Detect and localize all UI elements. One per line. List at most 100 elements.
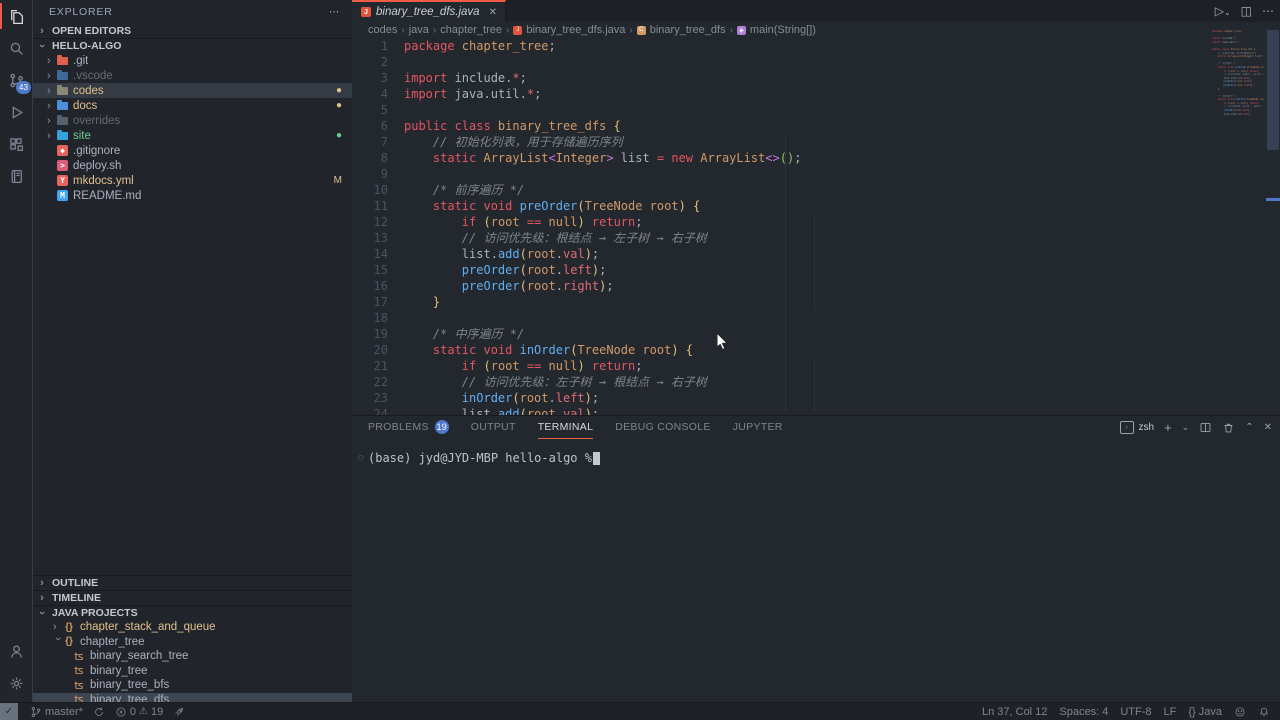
kill-terminal-icon[interactable] (1222, 421, 1235, 434)
breadcrumb-separator: › (506, 25, 509, 36)
java-project-item-chapter_tree[interactable]: ›{}chapter_tree (33, 635, 352, 650)
java-rocket-status[interactable] (173, 706, 185, 718)
sync-button[interactable] (93, 706, 105, 718)
maximize-panel-icon[interactable]: ⌃ (1245, 422, 1253, 433)
code-line-3[interactable]: 3import include.*; (352, 70, 1280, 86)
code-line-15[interactable]: 15 preOrder(root.left); (352, 262, 1280, 278)
eol-selector[interactable]: LF (1164, 706, 1177, 718)
split-terminal-icon[interactable] (1199, 421, 1212, 434)
java-project-item-binary_tree_bfs[interactable]: ʦbinary_tree_bfs (33, 678, 352, 693)
open-editors-section[interactable]: › OPEN EDITORS (33, 24, 352, 38)
file-tree-item-README.md[interactable]: MREADME.md (33, 188, 352, 203)
file-tree-item-site[interactable]: ›site● (33, 128, 352, 143)
code-line-2[interactable]: 2 (352, 54, 1280, 70)
java-project-item-binary_search_tree[interactable]: ʦbinary_search_tree (33, 649, 352, 664)
close-panel-icon[interactable]: ✕ (1264, 422, 1272, 433)
breadcrumb-item[interactable]: Jbinary_tree_dfs.java (513, 24, 625, 36)
close-tab-icon[interactable]: ✕ (489, 7, 497, 18)
file-tree-item-.gitignore[interactable]: ◆.gitignore (33, 143, 352, 158)
account-activity-button[interactable] (0, 635, 32, 667)
file-tree-item-docs[interactable]: ›docs● (33, 98, 352, 113)
code-line-13[interactable]: 13 // 访问优先级：根结点 → 左子树 → 右子树 (352, 230, 1280, 246)
code-line-11[interactable]: 11 static void preOrder(TreeNode root) { (352, 198, 1280, 214)
file-tree-item-mkdocs.yml[interactable]: Ymkdocs.ymlM (33, 173, 352, 188)
source-control-activity-button[interactable]: 43 (0, 64, 32, 96)
code-line-20[interactable]: 20 static void inOrder(TreeNode root) { (352, 342, 1280, 358)
code-line-5[interactable]: 5 (352, 102, 1280, 118)
scrollbar-slider[interactable] (1267, 30, 1279, 150)
code-line-10[interactable]: 10 /* 前序遍历 */ (352, 182, 1280, 198)
code-line-16[interactable]: 16 preOrder(root.right); (352, 278, 1280, 294)
java-class-icon: ʦ (73, 664, 85, 677)
tab-bar: J binary_tree_dfs.java ✕ (352, 0, 1280, 22)
code-editor[interactable]: 1package chapter_tree;23import include.*… (352, 38, 1280, 415)
code-line-19[interactable]: 19 /* 中序遍历 */ (352, 326, 1280, 342)
search-activity-button[interactable] (0, 32, 32, 64)
terminal[interactable]: ○ (base) jyd@JYD-MBP hello-algo % (358, 451, 600, 465)
shell-label[interactable]: zsh (1139, 422, 1155, 433)
encoding[interactable]: UTF-8 (1120, 706, 1151, 718)
breadcrumb-item[interactable]: java (409, 24, 429, 36)
java-project-item-binary_tree[interactable]: ʦbinary_tree (33, 664, 352, 679)
problems-status[interactable]: 0 ⚠ 19 (115, 706, 163, 718)
breadcrumb-item[interactable]: chapter_tree (440, 24, 502, 36)
folder-icon (57, 72, 68, 80)
outline-section[interactable]: › OUTLINE (33, 575, 352, 590)
more-actions-icon[interactable]: ⋯ (1262, 4, 1274, 18)
code-line-22[interactable]: 22 // 访问优先级：左子树 → 根结点 → 右子树 (352, 374, 1280, 390)
file-tree-item-.vscode[interactable]: ›.vscode (33, 68, 352, 83)
code-line-6[interactable]: 6public class binary_tree_dfs { (352, 118, 1280, 134)
code-line-9[interactable]: 9 (352, 166, 1280, 182)
breadcrumb-item[interactable]: Cbinary_tree_dfs (637, 24, 726, 36)
code-line-7[interactable]: 7 // 初始化列表，用于存储遍历序列 (352, 134, 1280, 150)
panel-tab-output[interactable]: OUTPUT (471, 416, 516, 438)
language-mode[interactable]: {} Java (1188, 706, 1222, 718)
panel-tab-terminal[interactable]: TERMINAL (538, 416, 594, 439)
new-terminal-icon[interactable]: + (1164, 420, 1172, 435)
chevron-down-icon: › (52, 637, 64, 647)
cursor-position[interactable]: Ln 37, Col 12 (982, 706, 1047, 718)
breadcrumb-item[interactable]: ◈main(String[]) (737, 24, 816, 36)
panel-tab-jupyter[interactable]: JUPYTER (733, 416, 783, 438)
notifications-button[interactable] (1258, 706, 1270, 718)
code-line-14[interactable]: 14 list.add(root.val); (352, 246, 1280, 262)
code-line-8[interactable]: 8 static ArrayList<Integer> list = new A… (352, 150, 1280, 166)
run-button[interactable]: ▷⌄ (1215, 4, 1231, 18)
extensions-activity-button[interactable] (0, 128, 32, 160)
panel-tab-problems[interactable]: PROBLEMS19 (368, 416, 449, 438)
minimap[interactable]: package chapter_tree;import include.*;im… (1196, 30, 1264, 122)
java-project-item-chapter_stack_and_queue[interactable]: ›{}chapter_stack_and_queue (33, 620, 352, 635)
editor-scrollbar[interactable] (1266, 22, 1280, 415)
terminal-dropdown-icon[interactable]: ⌄ (1182, 422, 1190, 433)
code-line-24[interactable]: 24 list.add(root.val); (352, 406, 1280, 415)
timeline-section[interactable]: › TIMELINE (33, 590, 352, 605)
workspace-root-section[interactable]: › HELLO-ALGO (33, 38, 352, 53)
file-tree-item-.git[interactable]: ›.git (33, 53, 352, 68)
code-line-17[interactable]: 17 } (352, 294, 1280, 310)
java-projects-section[interactable]: › JAVA PROJECTS (33, 605, 352, 620)
run-debug-activity-button[interactable] (0, 96, 32, 128)
tab-binary-tree-dfs[interactable]: J binary_tree_dfs.java ✕ (352, 0, 506, 22)
indentation[interactable]: Spaces: 4 (1059, 706, 1108, 718)
code-line-21[interactable]: 21 if (root == null) return; (352, 358, 1280, 374)
more-actions-icon[interactable]: ⋯ (329, 6, 340, 18)
git-branch-status[interactable]: master* (30, 706, 83, 718)
file-tree-item-codes[interactable]: ›codes● (33, 83, 352, 98)
chevron-right-icon: › (35, 577, 49, 589)
code-line-23[interactable]: 23 inOrder(root.left); (352, 390, 1280, 406)
panel-tab-debug-console[interactable]: DEBUG CONSOLE (615, 416, 711, 438)
feedback-button[interactable] (1234, 706, 1246, 718)
explorer-activity-button[interactable] (0, 0, 32, 32)
file-tree-item-deploy.sh[interactable]: >deploy.sh (33, 158, 352, 173)
breadcrumb-item[interactable]: codes (368, 24, 397, 36)
notebook-activity-button[interactable] (0, 160, 32, 192)
code-line-12[interactable]: 12 if (root == null) return; (352, 214, 1280, 230)
code-line-18[interactable]: 18 (352, 310, 1280, 326)
remote-indicator[interactable]: ✓ (0, 703, 18, 720)
file-tree-item-overrides[interactable]: ›overrides (33, 113, 352, 128)
split-editor-icon[interactable]: ◫ (1241, 4, 1252, 18)
code-line-1[interactable]: 1package chapter_tree; (352, 38, 1280, 54)
settings-activity-button[interactable] (0, 667, 32, 699)
code-line-4[interactable]: 4import java.util.*; (352, 86, 1280, 102)
java-project-label: chapter_tree (80, 636, 145, 648)
